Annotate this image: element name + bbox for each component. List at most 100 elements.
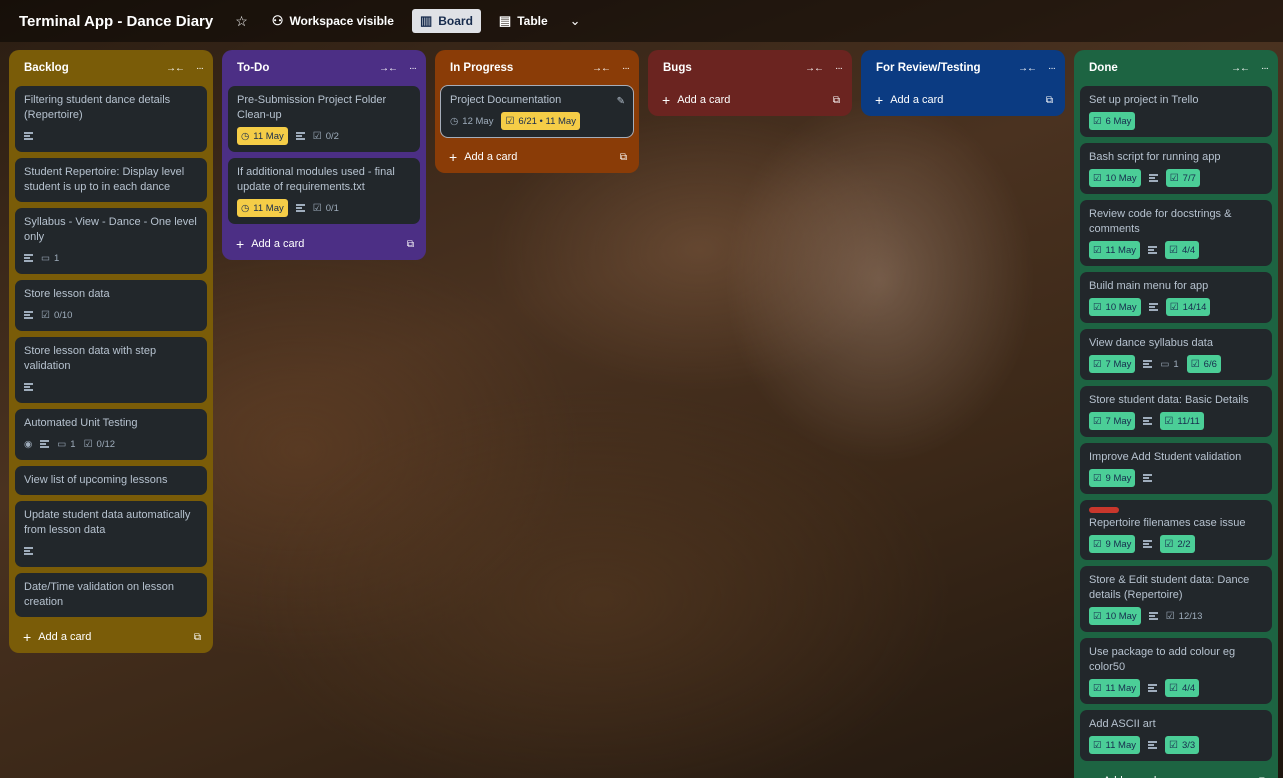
card[interactable]: Project Documentation ✎ ◷ 12 May ☑ 6/21 • 11 … (440, 85, 634, 138)
card[interactable]: Repertoire filenames case issue ☑ 9 May ☑ 2/… (1080, 500, 1272, 560)
table-view-button[interactable]: ▤ Table (491, 9, 556, 33)
template-icon[interactable]: ⧉ (407, 239, 414, 250)
list-title[interactable]: To-Do (237, 62, 367, 74)
card[interactable]: Set up project in Trello ☑ 6 May (1080, 86, 1272, 137)
list-title[interactable]: Bugs (663, 62, 793, 74)
card-title: Syllabus - View - Dance - One level only (24, 216, 197, 243)
card[interactable]: Use package to add colour eg color50 ☑ 11 … (1080, 638, 1272, 704)
due-date-badge[interactable]: ◷ 12 May (450, 112, 493, 130)
collapse-icon[interactable]: →← (166, 63, 185, 74)
template-icon[interactable]: ⧉ (620, 152, 627, 163)
more-icon[interactable]: ··· (409, 63, 417, 74)
description-icon-glyph (1147, 684, 1157, 692)
add-card-button[interactable]: +Add a card⧉ (1080, 767, 1272, 778)
more-icon[interactable]: ··· (622, 63, 630, 74)
pencil-icon[interactable]: ✎ (617, 94, 625, 109)
checklist-badge: ☑ 0/10 (41, 306, 72, 324)
description-icon-glyph (24, 254, 33, 262)
card[interactable]: View dance syllabus data ☑ 7 May ▭ 1 ☑ 6/6 (1080, 329, 1272, 380)
due-date-badge[interactable]: ☑ 11 May (1089, 736, 1140, 754)
due-date-badge[interactable]: ◷ 11 May (237, 127, 288, 145)
card-badges: ☑ 11 May ☑ 4/4 (1089, 241, 1263, 259)
due-date-badge[interactable]: ☑ 9 May (1089, 469, 1136, 487)
collapse-icon[interactable]: →← (1018, 63, 1037, 74)
card[interactable]: Improve Add Student validation ☑ 9 May (1080, 443, 1272, 494)
checklist-icon: ☑ (505, 115, 515, 127)
card[interactable]: Filtering student dance details (Reperto… (15, 86, 207, 152)
card[interactable]: Review code for docstrings & comments ☑ 11… (1080, 200, 1272, 266)
add-card-button[interactable]: +Add a card⧉ (228, 230, 420, 252)
add-card-button[interactable]: +Add a card⧉ (15, 623, 207, 645)
due-date-badge[interactable]: ☑ 7 May (1089, 412, 1136, 430)
card-badges: ◉ ▭ 1 ☑ 0/12 (24, 435, 198, 453)
checklist-icon: ☑ (83, 438, 93, 450)
checklist-icon: ☑ (1164, 538, 1174, 550)
list-title[interactable]: Backlog (24, 62, 154, 74)
card[interactable]: Pre-Submission Project Folder Clean-up ◷ 1… (228, 86, 420, 152)
list-title[interactable]: For Review/Testing (876, 62, 1006, 74)
more-icon[interactable]: ··· (835, 63, 843, 74)
more-icon[interactable]: ··· (196, 63, 204, 74)
due-date-badge[interactable]: ☑ 10 May (1089, 298, 1141, 316)
collapse-icon[interactable]: →← (1231, 63, 1250, 74)
add-card-label: Add a card (677, 94, 731, 106)
card-badges: ☑ 10 May ☑ 14/14 (1089, 298, 1263, 316)
checklist-complete-badge: ☑ 7/7 (1165, 169, 1200, 187)
clock-icon: ☑ (1093, 172, 1102, 184)
board-view-button[interactable]: ▥ Board (411, 9, 481, 33)
card[interactable]: Student Repertoire: Display level studen… (15, 158, 207, 202)
template-icon[interactable]: ⧉ (833, 95, 840, 106)
date-range: 6/21 • 11 May (518, 115, 576, 127)
chevron-down-icon[interactable]: ⌄ (566, 13, 581, 29)
star-icon[interactable]: ☆ (229, 13, 254, 30)
card[interactable]: Update student data automatically from l… (15, 501, 207, 567)
card-title: Store & Edit student data: Dance details… (1089, 574, 1250, 601)
add-card-button[interactable]: +Add a card⧉ (654, 86, 846, 108)
due-date-badge[interactable]: ☑ 10 May (1089, 169, 1141, 187)
due-date-badge[interactable]: ☑ 6 May (1089, 112, 1136, 130)
card[interactable]: Store lesson data with step validation (15, 337, 207, 403)
card-badges: ☑ 9 May (1089, 469, 1263, 487)
card[interactable]: View list of upcoming lessons (15, 466, 207, 495)
due-date-badge[interactable]: ☑ 11 May (1089, 241, 1140, 259)
card[interactable]: If additional modules used - final updat… (228, 158, 420, 224)
add-card-button[interactable]: +Add a card⧉ (867, 86, 1059, 108)
card[interactable]: Syllabus - View - Dance - One level only… (15, 208, 207, 274)
board-title[interactable]: Terminal App - Dance Diary (19, 13, 213, 30)
due-date-badge[interactable]: ◷ 11 May (237, 199, 288, 217)
due-date-badge[interactable]: ☑ 9 May (1089, 535, 1136, 553)
date-range-badge[interactable]: ☑ 6/21 • 11 May (501, 112, 580, 130)
card[interactable]: Store lesson data ☑ 0/10 (15, 280, 207, 331)
visibility-button[interactable]: ⚇ Workspace visible (264, 9, 402, 33)
collapse-icon[interactable]: →← (805, 63, 824, 74)
list-header: In Progress →← ··· (441, 50, 633, 86)
checklist-complete-badge: ☑ 11/11 (1160, 412, 1204, 430)
card[interactable]: Build main menu for app ☑ 10 May ☑ 14/14 (1080, 272, 1272, 323)
clock-icon: ☑ (1093, 610, 1102, 622)
due-date-badge[interactable]: ☑ 7 May (1089, 355, 1136, 373)
board-header: Terminal App - Dance Diary ☆ ⚇ Workspace… (0, 0, 1283, 42)
due-date-badge[interactable]: ☑ 10 May (1089, 607, 1141, 625)
card[interactable]: Store & Edit student data: Dance details… (1080, 566, 1272, 632)
card-badges: ☑ 11 May ☑ 3/3 (1089, 736, 1263, 754)
collapse-icon[interactable]: →← (379, 63, 398, 74)
more-icon[interactable]: ··· (1261, 63, 1269, 74)
collapse-icon[interactable]: →← (592, 63, 611, 74)
template-icon[interactable]: ⧉ (1046, 95, 1053, 106)
due-date: 9 May (1105, 472, 1132, 484)
add-card-button[interactable]: +Add a card⧉ (441, 143, 633, 165)
more-icon[interactable]: ··· (1048, 63, 1056, 74)
template-icon[interactable]: ⧉ (194, 632, 201, 643)
card[interactable]: Automated Unit Testing ◉ ▭ 1 ☑ 0/12 (15, 409, 207, 460)
plus-icon: + (1088, 773, 1096, 778)
card[interactable]: Bash script for running app ☑ 10 May ☑ 7/7 (1080, 143, 1272, 194)
list-title[interactable]: Done (1089, 62, 1219, 74)
card[interactable]: Store student data: Basic Details ☑ 7 May ☑… (1080, 386, 1272, 437)
card[interactable]: Add ASCII art ☑ 11 May ☑ 3/3 (1080, 710, 1272, 761)
card[interactable]: Date/Time validation on lesson creation (15, 573, 207, 617)
list-title[interactable]: In Progress (450, 62, 580, 74)
label-red[interactable] (1089, 507, 1119, 513)
card-title: Project Documentation (450, 94, 562, 106)
due-date-badge[interactable]: ☑ 11 May (1089, 679, 1140, 697)
clock-icon: ☑ (1093, 301, 1102, 313)
